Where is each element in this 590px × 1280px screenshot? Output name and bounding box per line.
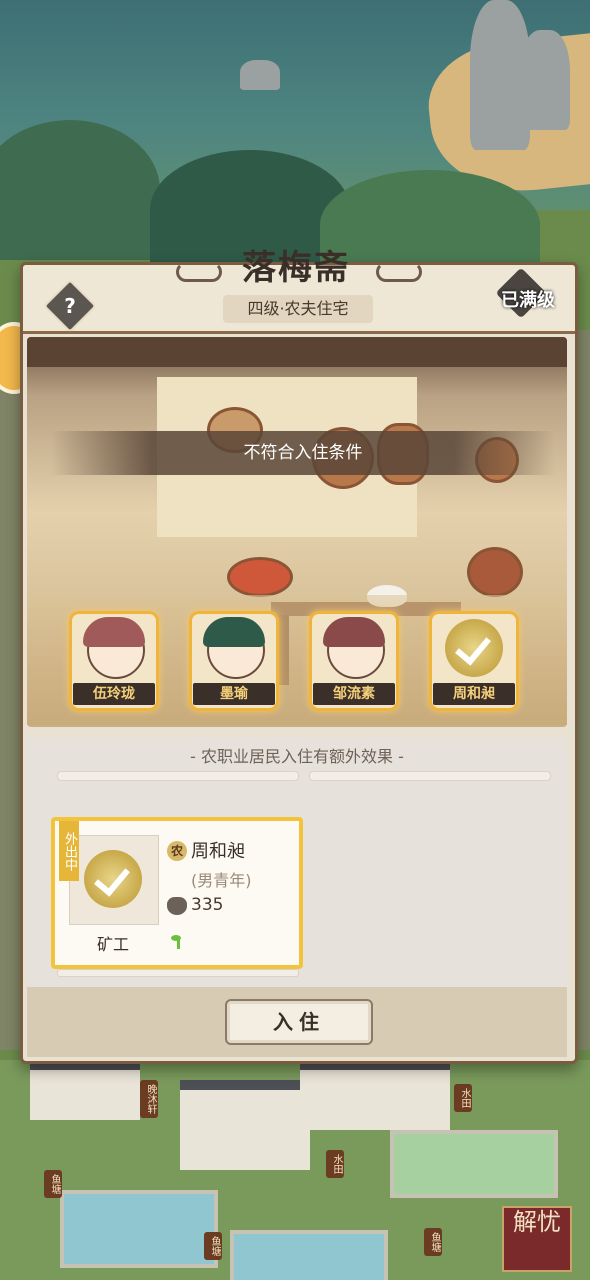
paddy-field[interactable]: [390, 1130, 558, 1198]
bonus-hint: - 农职业居民入住有额外效果 -: [190, 747, 404, 766]
title-banner: 落梅斋: [176, 240, 422, 290]
candidate-panel: - 农职业居民入住有额外效果 - 外出中 矿工 农 周和昶 (男青年) 335: [27, 737, 567, 987]
residence-modal: ? 四级·农夫住宅 已满级 不符合入住条件 伍玲珑 墨瑜 邹流素 周和昶 - 农…: [20, 262, 578, 1064]
resident-name: 邹流素: [313, 683, 395, 705]
candidate-value: 335: [191, 895, 224, 915]
jar: [467, 547, 523, 597]
scroll-bar[interactable]: [57, 969, 299, 977]
help-button[interactable]: ?: [43, 279, 97, 333]
sprout-icon: [167, 929, 189, 949]
ceiling-beam: [27, 337, 567, 367]
rock-peak: [520, 30, 570, 130]
stamina-icon: [167, 897, 187, 915]
level-status: 已满级: [501, 283, 555, 319]
fish-pond[interactable]: [230, 1230, 388, 1280]
rock-islet: [240, 60, 280, 90]
building-name: 落梅斋: [242, 248, 350, 288]
checkmark-icon: [84, 850, 142, 908]
left-village-strip: [0, 330, 20, 1050]
scroll-bar[interactable]: [309, 771, 551, 781]
map-sign[interactable]: 鱼塘: [44, 1170, 62, 1198]
candidate-card[interactable]: 外出中 矿工 农 周和昶 (男青年) 335: [51, 817, 303, 969]
candidate-portrait: [69, 835, 159, 925]
house[interactable]: [300, 1060, 450, 1130]
away-status-tag: 外出中: [59, 821, 79, 881]
app-logo[interactable]: 解忧: [502, 1206, 572, 1272]
house[interactable]: [30, 1060, 140, 1120]
checkmark-icon: [445, 619, 503, 677]
resident-name: 周和昶: [433, 683, 515, 705]
fish-pond[interactable]: [60, 1190, 218, 1268]
farmer-badge-icon: 农: [167, 841, 187, 861]
ineligible-notice: 不符合入住条件: [51, 431, 555, 475]
resident-name: 墨瑜: [193, 683, 275, 705]
modal-footer: 入住: [27, 987, 567, 1057]
house[interactable]: [180, 1080, 310, 1170]
vegetables: [227, 557, 293, 597]
map-sign[interactable]: 晚沐轩: [140, 1080, 158, 1118]
question-icon: ?: [64, 294, 76, 318]
resident-slot[interactable]: 伍玲珑: [69, 611, 159, 711]
candidate-role: (男青年): [191, 871, 252, 890]
map-sign[interactable]: 水田: [326, 1150, 344, 1178]
building-subtitle: 四级·农夫住宅: [223, 295, 373, 323]
move-in-button[interactable]: 入住: [225, 999, 373, 1045]
job-label: 矿工: [96, 935, 129, 954]
map-sign[interactable]: 鱼塘: [424, 1228, 442, 1256]
candidate-name: 周和昶: [191, 841, 245, 862]
map-sign[interactable]: 鱼塘: [204, 1232, 222, 1260]
resident-slot-selected[interactable]: 周和昶: [429, 611, 519, 711]
resident-slot[interactable]: 墨瑜: [189, 611, 279, 711]
map-sign[interactable]: 水田: [454, 1084, 472, 1112]
level-status-label: 已满级: [501, 290, 555, 311]
resident-name: 伍玲珑: [73, 683, 155, 705]
scroll-bar[interactable]: [57, 771, 299, 781]
resident-slot[interactable]: 邹流素: [309, 611, 399, 711]
